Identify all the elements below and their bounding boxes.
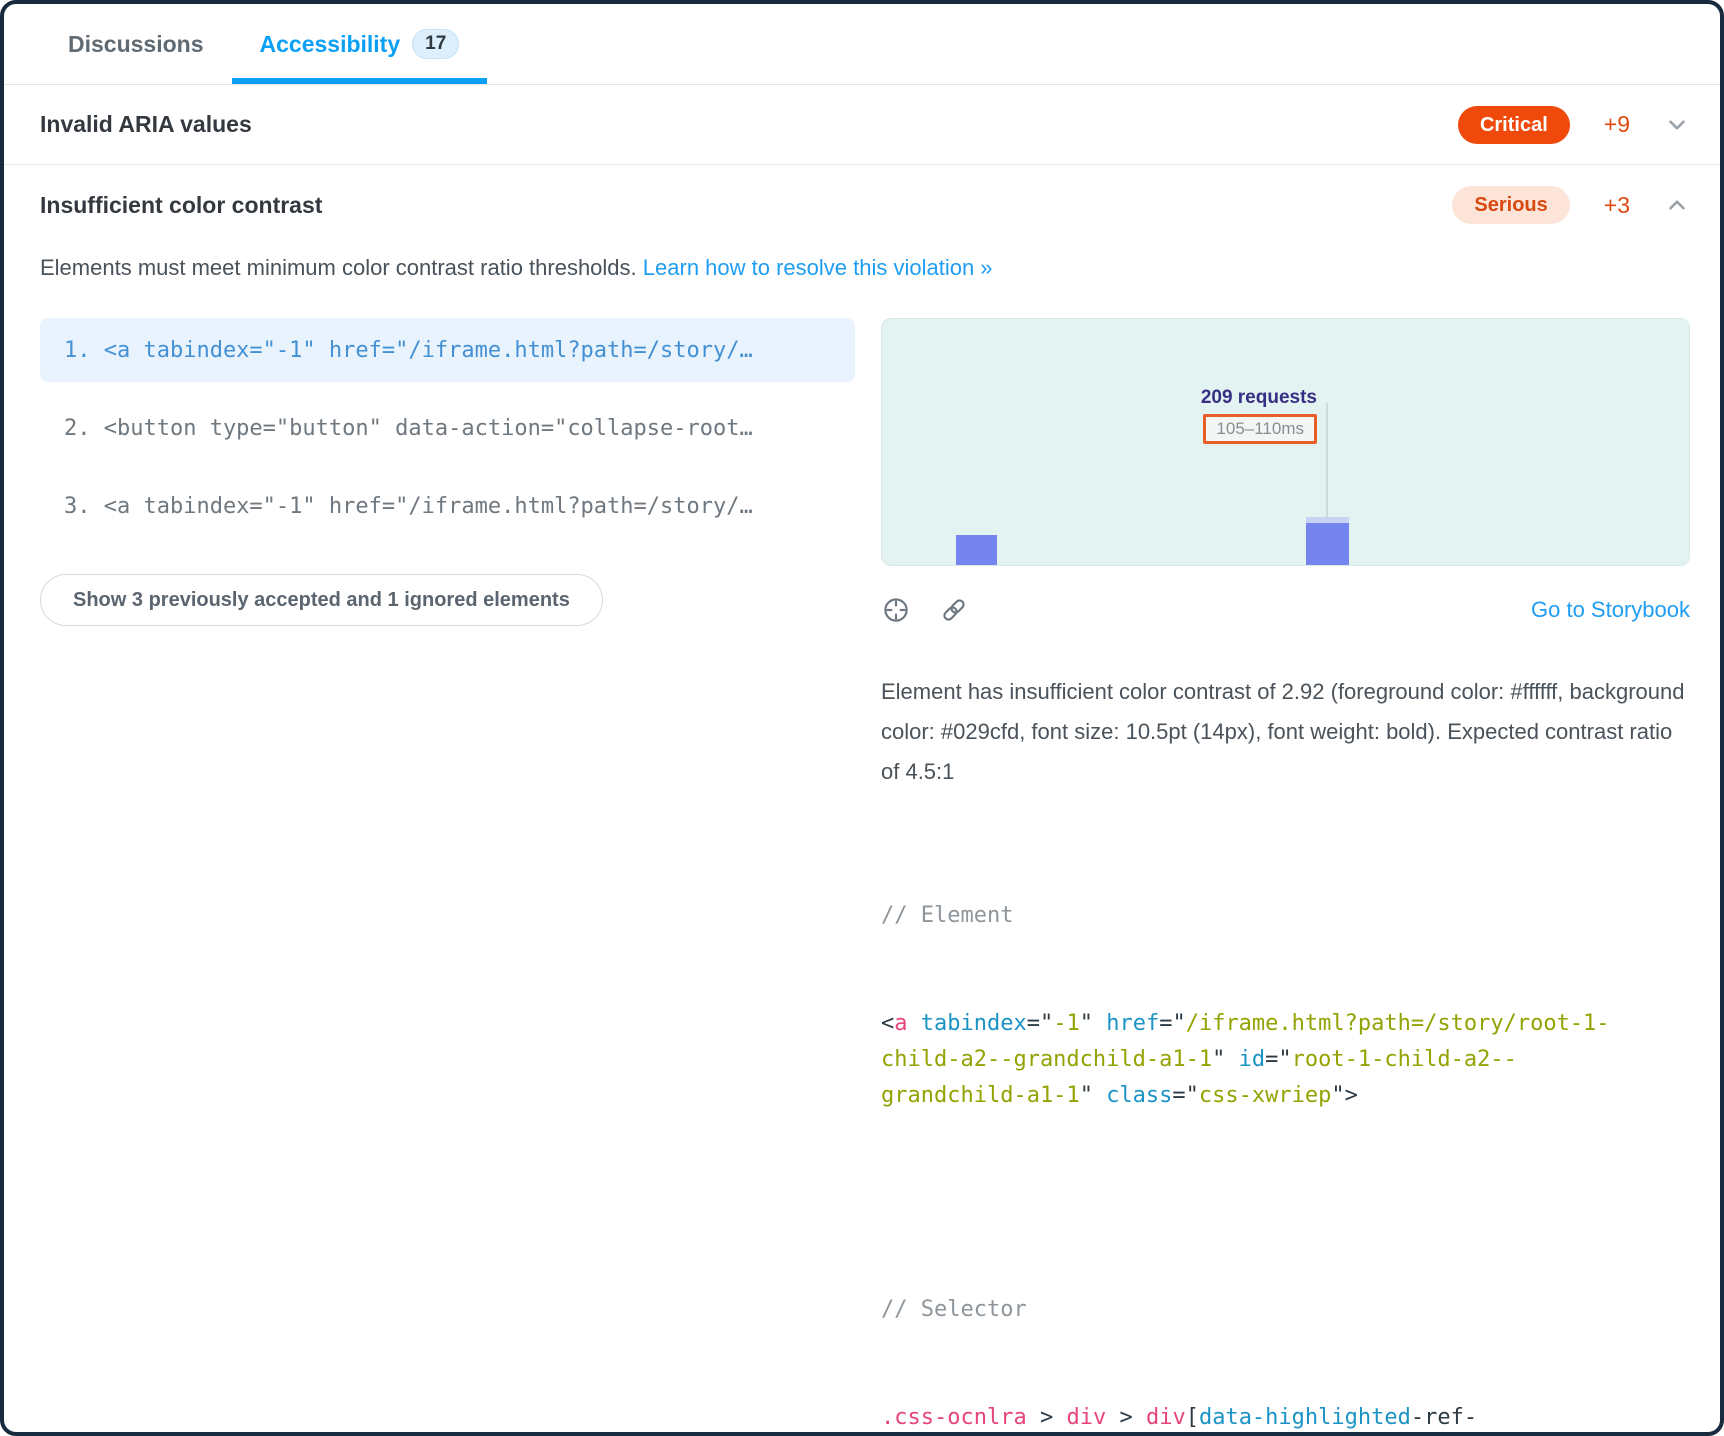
severity-cluster: Serious +3 xyxy=(1452,186,1690,224)
severity-badge-critical: Critical xyxy=(1458,106,1570,144)
accessibility-panel: Discussions Accessibility 17 Invalid ARI… xyxy=(0,0,1724,1436)
rule-description-text: Elements must meet minimum color contras… xyxy=(40,255,637,280)
accessibility-count-badge: 17 xyxy=(412,29,459,59)
contrast-detail-text: Element has insufficient color contrast … xyxy=(881,672,1690,792)
crosshair-icon[interactable] xyxy=(881,595,911,625)
learn-how-link[interactable]: Learn how to resolve this violation » xyxy=(643,255,993,280)
chevron-up-icon[interactable] xyxy=(1664,192,1690,218)
tab-discussions-label: Discussions xyxy=(68,31,204,58)
code-comment: // Selector xyxy=(881,1292,1690,1328)
chart-connector-line xyxy=(1326,403,1328,517)
highlighted-element-tooltip: 105–110ms xyxy=(1203,414,1317,444)
show-accepted-elements-button[interactable]: Show 3 previously accepted and 1 ignored… xyxy=(40,574,603,626)
violation-detail-column: 209 requests 105–110ms xyxy=(881,318,1690,1436)
chevron-down-icon[interactable] xyxy=(1664,112,1690,138)
tab-discussions[interactable]: Discussions xyxy=(40,4,232,84)
tab-accessibility[interactable]: Accessibility 17 xyxy=(232,4,488,84)
severity-badge-serious: Serious xyxy=(1452,186,1569,224)
go-to-storybook-link[interactable]: Go to Storybook xyxy=(1531,597,1690,623)
tab-accessibility-label: Accessibility xyxy=(260,31,401,58)
chart-bar xyxy=(1306,523,1349,565)
severity-cluster: Critical +9 xyxy=(1458,106,1690,144)
severity-extra-count: +9 xyxy=(1604,111,1630,138)
rule-row-invalid-aria[interactable]: Invalid ARIA values Critical +9 xyxy=(4,85,1720,165)
rule-row-color-contrast[interactable]: Insufficient color contrast Serious +3 xyxy=(40,165,1690,245)
violation-elements-column: 1. <a tabindex="-1" href="/iframe.html?p… xyxy=(40,318,855,1436)
element-code-block: // Element <a tabindex="-1" href="/ifram… xyxy=(881,826,1690,1186)
story-preview: 209 requests 105–110ms xyxy=(881,318,1690,566)
selector-code-tokens: .css-ocnlra > div > div[data-highlighted… xyxy=(881,1400,1690,1436)
chart-annotation: 209 requests 105–110ms xyxy=(1201,387,1317,444)
chart-bar xyxy=(956,535,997,565)
selector-code-block: // Selector .css-ocnlra > div > div[data… xyxy=(881,1220,1690,1436)
element-code-tokens: <a tabindex="-1" href="/iframe.html?path… xyxy=(881,1006,1690,1114)
code-comment: // Element xyxy=(881,898,1690,934)
tab-bar: Discussions Accessibility 17 xyxy=(4,4,1720,85)
rule-detail-columns: 1. <a tabindex="-1" href="/iframe.html?p… xyxy=(40,318,1690,1436)
chart-bar-label: 209 requests xyxy=(1201,387,1317,409)
violation-element-list: 1. <a tabindex="-1" href="/iframe.html?p… xyxy=(40,318,855,538)
rule-section-color-contrast: Insufficient color contrast Serious +3 E… xyxy=(4,165,1720,1436)
violation-element-item[interactable]: 3. <a tabindex="-1" href="/iframe.html?p… xyxy=(40,474,855,538)
preview-toolbar: Go to Storybook xyxy=(881,592,1690,628)
violation-element-item[interactable]: 2. <button type="button" data-action="co… xyxy=(40,396,855,460)
severity-extra-count: +3 xyxy=(1604,192,1630,219)
rule-title: Insufficient color contrast xyxy=(40,192,1452,219)
rule-description: Elements must meet minimum color contras… xyxy=(40,251,1690,284)
link-icon[interactable] xyxy=(939,595,969,625)
violation-element-item[interactable]: 1. <a tabindex="-1" href="/iframe.html?p… xyxy=(40,318,855,382)
rule-title: Invalid ARIA values xyxy=(40,111,1458,138)
